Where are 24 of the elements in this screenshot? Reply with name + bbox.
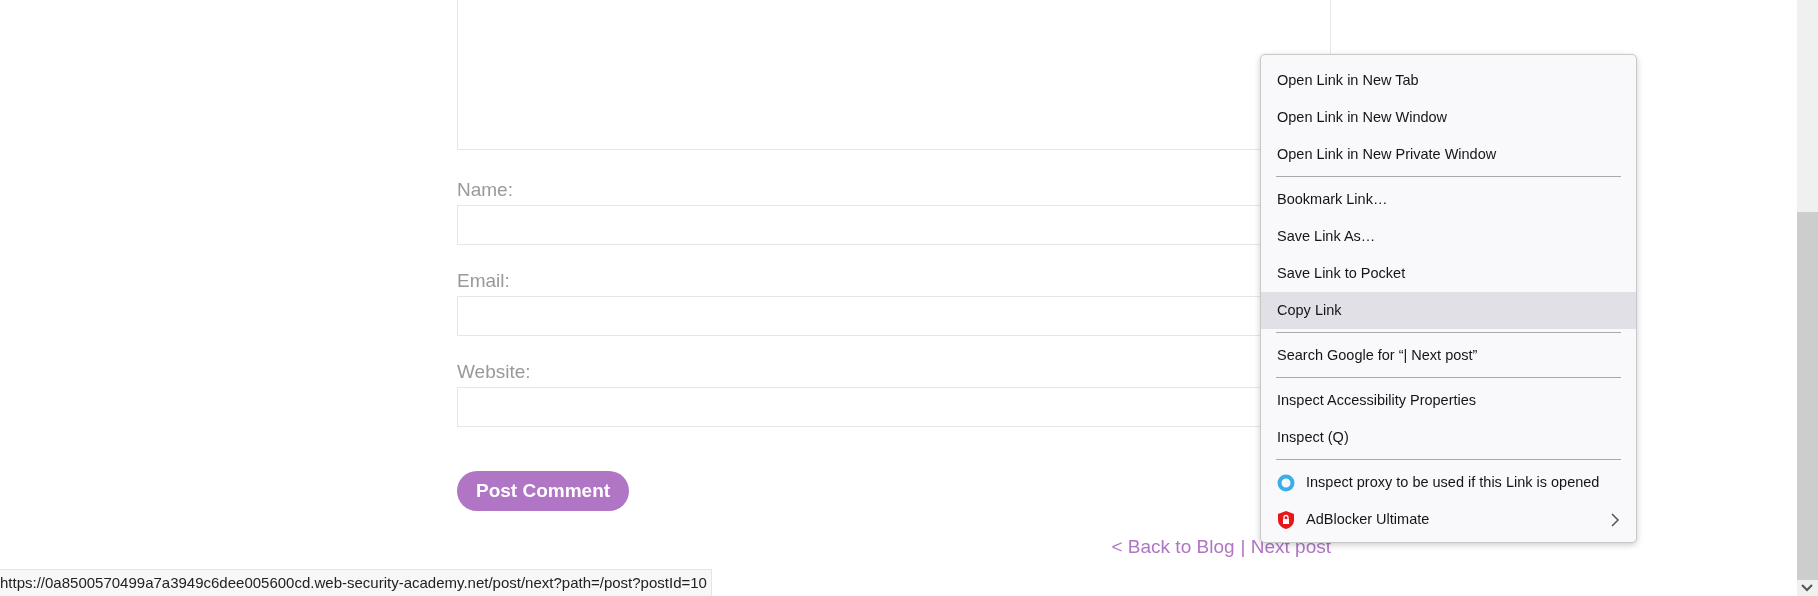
ring-icon [1277,473,1295,492]
field-label: Website: [457,361,531,383]
nav-link[interactable]: | Next post [1240,536,1331,558]
field-label: Email: [457,270,510,292]
menu-item[interactable]: Bookmark Link… [1261,181,1636,218]
status-url: https://0a8500570499a7a3949c6dee005600cd.web-security-academy.net/post/next?path=/post?postId=10 [0,569,712,596]
menu-item-label: AdBlocker Ultimate [1306,510,1431,529]
menu-item-label: Inspect proxy to be used if this Link is opened [1306,473,1601,492]
menu-item[interactable]: Open Link in New Tab [1261,62,1636,99]
scroll-down-icon[interactable] [1801,584,1813,592]
menu-item[interactable]: AdBlocker Ultimate [1261,501,1636,538]
menu-item[interactable]: Open Link in New Window [1261,99,1636,136]
menu-item[interactable]: Search Google for “| Next post” [1261,337,1636,374]
shield-lock-icon [1277,509,1295,530]
menu-item[interactable]: Inspect proxy to be used if this Link is opened [1261,464,1636,501]
menu-item[interactable]: Copy Link [1261,292,1636,329]
scrollbar[interactable] [1797,0,1818,596]
menu-item[interactable]: Save Link to Pocket [1261,255,1636,292]
scrollbar-thumb[interactable] [1797,212,1818,580]
menu-item[interactable]: Inspect (Q) [1261,419,1636,456]
menu-item[interactable]: Save Link As… [1261,218,1636,255]
menu-item[interactable]: Inspect Accessibility Properties [1261,382,1636,419]
menu-item[interactable]: Open Link in New Private Window [1261,136,1636,173]
field-label: Name: [457,179,513,201]
